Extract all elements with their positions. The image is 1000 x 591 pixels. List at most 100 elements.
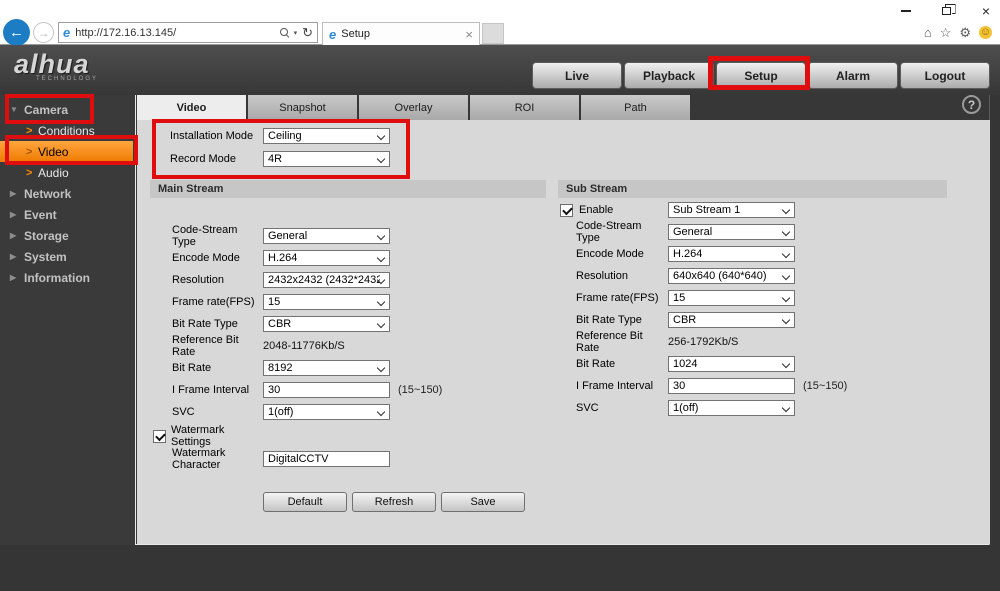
sub-bit-rate-type-select[interactable]: CBR	[668, 312, 795, 328]
tab-snapshot[interactable]: Snapshot	[248, 95, 357, 120]
sidebar-item-event[interactable]: ▶ Event	[0, 204, 135, 225]
tab-close-icon[interactable]: ×	[465, 27, 473, 42]
url-text[interactable]: http://172.16.13.145/	[75, 27, 275, 39]
nav-setup-button[interactable]: Setup	[716, 62, 806, 89]
back-button[interactable]: ←	[3, 19, 30, 46]
installation-mode-select[interactable]: Ceiling	[263, 128, 390, 144]
address-bar[interactable]: e http://172.16.13.145/ ▾ ↻	[58, 22, 318, 43]
bit-rate-type-label: Bit Rate Type	[576, 314, 642, 326]
watermark-character-input[interactable]	[268, 453, 385, 465]
home-icon[interactable]: ⌂	[924, 26, 932, 39]
back-icon: ←	[9, 24, 24, 41]
minimize-icon	[901, 10, 911, 12]
sidebar-item-network[interactable]: ▶ Network	[0, 183, 135, 204]
main-bit-rate-value: 8192	[268, 362, 293, 374]
save-button[interactable]: Save	[441, 492, 525, 512]
sidebar-item-system[interactable]: ▶ System	[0, 246, 135, 267]
chevron-down-icon	[376, 154, 386, 164]
sidebar-item-camera[interactable]: ▼ Camera	[0, 99, 135, 120]
chevron-down-icon[interactable]: ▾	[294, 29, 298, 37]
sub-frame-rate-select[interactable]: 15	[668, 290, 795, 306]
sidebar-item-audio[interactable]: > Audio	[0, 162, 135, 183]
default-button[interactable]: Default	[263, 492, 347, 512]
chevron-down-icon	[376, 319, 386, 329]
main-encode-mode-select[interactable]: H.264	[263, 250, 390, 266]
settings-gear-icon[interactable]: ⚙	[959, 26, 971, 39]
sub-bit-rate-select[interactable]: 1024	[668, 356, 795, 372]
main-bit-rate-select[interactable]: 8192	[263, 360, 390, 376]
general-settings: Installation Mode Ceiling Record Mode 4R	[150, 128, 390, 174]
sub-stream-select[interactable]: Sub Stream 1	[668, 202, 795, 218]
feedback-smiley-icon[interactable]: ☺	[979, 26, 992, 39]
main-stream-section: Main Stream Code-Stream Type General Enc…	[150, 180, 546, 471]
sub-encode-mode-select[interactable]: H.264	[668, 246, 795, 262]
close-button[interactable]: ×	[978, 3, 994, 19]
sub-i-frame-interval-field[interactable]	[668, 378, 795, 394]
record-mode-select[interactable]: 4R	[263, 151, 390, 167]
watermark-character-field[interactable]	[263, 451, 390, 467]
tab-video[interactable]: Video	[137, 95, 246, 120]
new-tab-button[interactable]	[482, 23, 504, 44]
main-resolution-select[interactable]: 2432x2432 (2432*2432)	[263, 272, 390, 288]
main-frame-rate-select[interactable]: 15	[263, 294, 390, 310]
chevron-down-icon	[781, 315, 791, 325]
sub-svc-select[interactable]: 1(off)	[668, 400, 795, 416]
forward-button[interactable]: →	[33, 22, 54, 43]
sub-enable-checkbox[interactable]	[560, 203, 573, 217]
sub-bit-rate-value: 1024	[673, 358, 698, 370]
help-button[interactable]: ?	[962, 95, 981, 114]
sub-enable-label: Enable	[579, 204, 614, 216]
search-icon[interactable]	[279, 28, 289, 37]
browser-chrome: × ← → e http://172.16.13.145/ ▾ ↻ e Setu…	[0, 0, 1000, 46]
sub-svc-value: 1(off)	[673, 402, 699, 414]
nav-playback-button[interactable]: Playback	[624, 62, 714, 89]
svc-label: SVC	[172, 406, 195, 418]
sidebar-event-label: Event	[24, 207, 57, 222]
installation-mode-label: Installation Mode	[170, 130, 254, 142]
nav-logout-button[interactable]: Logout	[900, 62, 990, 89]
bit-rate-label: Bit Rate	[576, 358, 616, 370]
sidebar-system-label: System	[24, 249, 67, 264]
sub-code-stream-type-select[interactable]: General	[668, 224, 795, 240]
restore-button[interactable]	[938, 4, 954, 18]
refresh-button[interactable]: Refresh	[352, 492, 436, 512]
tab-path[interactable]: Path	[581, 95, 690, 120]
record-mode-label: Record Mode	[170, 153, 237, 165]
browser-tab-setup[interactable]: e Setup ×	[322, 22, 480, 45]
refresh-icon[interactable]: ↻	[302, 26, 313, 39]
main-svc-select[interactable]: 1(off)	[263, 404, 390, 420]
resolution-label: Resolution	[172, 274, 224, 286]
main-bit-rate-type-select[interactable]: CBR	[263, 316, 390, 332]
tab-overlay[interactable]: Overlay	[359, 95, 468, 120]
restore-icon	[941, 7, 951, 15]
chevron-down-icon	[781, 403, 791, 413]
sub-resolution-select[interactable]: 640x640 (640*640)	[668, 268, 795, 284]
chevron-down-icon	[781, 205, 791, 215]
i-frame-interval-hint: (15~150)	[398, 384, 443, 396]
nav-live-button[interactable]: Live	[532, 62, 622, 89]
main-i-frame-interval-field[interactable]	[263, 382, 390, 398]
sidebar-camera-label: Camera	[24, 102, 69, 117]
main-code-stream-type-select[interactable]: General	[263, 228, 390, 244]
nav-alarm-button[interactable]: Alarm	[808, 62, 898, 89]
sidebar-item-storage[interactable]: ▶ Storage	[0, 225, 135, 246]
sidebar-item-conditions[interactable]: > Conditions	[0, 120, 135, 141]
i-frame-interval-label: I Frame Interval	[576, 380, 654, 392]
tab-roi[interactable]: ROI	[470, 95, 579, 120]
sub-reference-bit-rate-value: 256-1792Kb/S	[668, 336, 739, 348]
dahua-logo: alhua TECHNOLOGY	[14, 49, 98, 82]
chevron-down-icon	[781, 227, 791, 237]
watermark-settings-checkbox[interactable]	[153, 429, 166, 443]
sub-i-frame-interval-input[interactable]	[673, 380, 790, 392]
favorites-star-icon[interactable]: ☆	[940, 26, 952, 39]
resolution-label: Resolution	[576, 270, 628, 282]
minimize-button[interactable]	[898, 4, 914, 18]
code-stream-type-label: Code-Stream Type	[172, 224, 238, 248]
sidebar-item-video[interactable]: > Video	[0, 141, 133, 162]
main-i-frame-interval-input[interactable]	[268, 384, 385, 396]
reference-bit-rate-label: Reference Bit Rate	[172, 334, 239, 358]
frame-rate-label: Frame rate(FPS)	[576, 292, 659, 304]
main-svc-value: 1(off)	[268, 406, 294, 418]
sidebar-item-information[interactable]: ▶ Information	[0, 267, 135, 288]
expand-triangle-icon: ▼	[10, 105, 18, 114]
